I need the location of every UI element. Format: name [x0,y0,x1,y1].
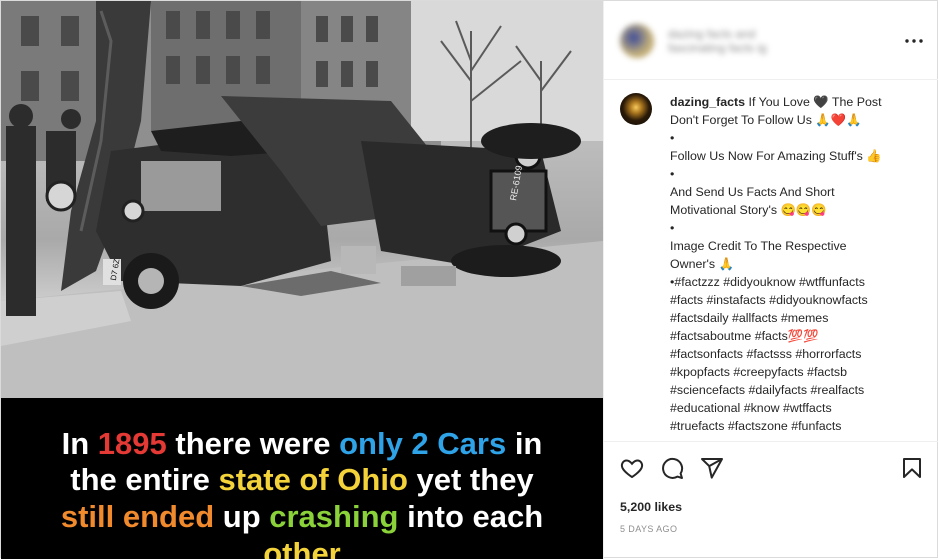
caption-line: Owner's 🙏 [670,257,734,271]
caption-line: • [670,221,675,235]
banner-line-3: still ended up crashing into each [1,499,603,535]
caption-line: dazing_facts If You Love 🖤 The Post [670,95,882,109]
caption-text: dazing_facts If You Love 🖤 The Post Don'… [670,93,932,435]
banner-segment: yet they [407,462,534,497]
text-banner: In 1895 there were only 2 Cars in the en… [1,398,603,559]
banner-segment: only 2 Cars [339,426,507,461]
crash-photo: RE-6109 D7 6Z [1,1,603,398]
header-avatar[interactable] [620,24,654,58]
bookmark-icon[interactable] [900,456,924,480]
share-icon[interactable] [700,456,724,480]
post-header: dazing facts and fascinating facts ig [604,1,938,80]
caption-line: And Send Us Facts And Short [670,185,835,199]
banner-segment: In [61,426,98,461]
banner-line-4: other [1,536,603,559]
comment-icon[interactable] [660,456,684,480]
caption-hashtags[interactable]: #sciencefacts #dailyfacts #realfacts [670,381,932,399]
banner-line-1: In 1895 there were only 2 Cars in [1,426,603,462]
post-media[interactable]: RE-6109 D7 6Z In 1895 there were only 2 … [1,1,603,559]
caption-hashtags[interactable]: #factsdaily #allfacts #memes [670,309,932,327]
banner-segment: in [506,426,543,461]
caption-line: Image Credit To The Respective [670,239,847,253]
banner-segment: other [263,536,341,559]
banner-segment: into each [398,499,544,534]
caption-line: Follow Us Now For Amazing Stuff's 👍 [670,149,882,163]
author-avatar[interactable] [620,93,652,125]
banner-segment: state of Ohio [218,462,408,497]
caption-area: dazing_facts If You Love 🖤 The Post Don'… [604,79,938,441]
banner-segment: up [214,499,270,534]
caption-hashtags[interactable]: #truefacts #factszone #funfacts [670,417,932,435]
caption-line: • [670,167,675,181]
caption-hashtags[interactable]: #facts #instafacts #didyouknowfacts [670,291,932,309]
caption-hashtags[interactable]: #factsaboutme #facts💯💯 [670,327,932,345]
heart-icon[interactable] [620,456,644,480]
banner-segment: crashing [269,499,399,534]
more-options-icon[interactable] [902,31,926,47]
side-panel: dazing facts and fascinating facts ig da… [603,1,938,559]
caption-hashtags[interactable]: #factsonfacts #factsss #horrorfacts [670,345,932,363]
banner-line-2: the entire state of Ohio yet they [1,462,603,498]
action-bar: 5,200 likes 5 DAYS AGO [604,441,938,560]
post-time[interactable]: 5 DAYS AGO [620,524,677,534]
caption-hashtags[interactable]: #kpopfacts #creepyfacts #factsb [670,363,932,381]
header-username[interactable]: dazing facts and fascinating facts ig [668,27,808,55]
author-username[interactable]: dazing_facts [670,95,745,109]
caption-line: Motivational Story's 😋😋😋 [670,203,827,217]
caption-hashtags[interactable]: •#factzzz #didyouknow #wtffunfacts [670,273,932,291]
banner-segment: there were [166,426,340,461]
instagram-post: RE-6109 D7 6Z In 1895 there were only 2 … [0,0,938,559]
crash-photo-illustration: RE-6109 D7 6Z [1,1,603,398]
banner-segment: 1895 [97,426,167,461]
likes-count[interactable]: 5,200 likes [620,500,682,514]
caption-line: Don't Forget To Follow Us 🙏❤️🙏 [670,113,862,127]
banner-segment: still ended [60,499,215,534]
banner-segment: the entire [70,462,219,497]
caption-line: • [670,131,675,145]
caption-hashtags[interactable]: #educational #know #wtffacts [670,399,932,417]
